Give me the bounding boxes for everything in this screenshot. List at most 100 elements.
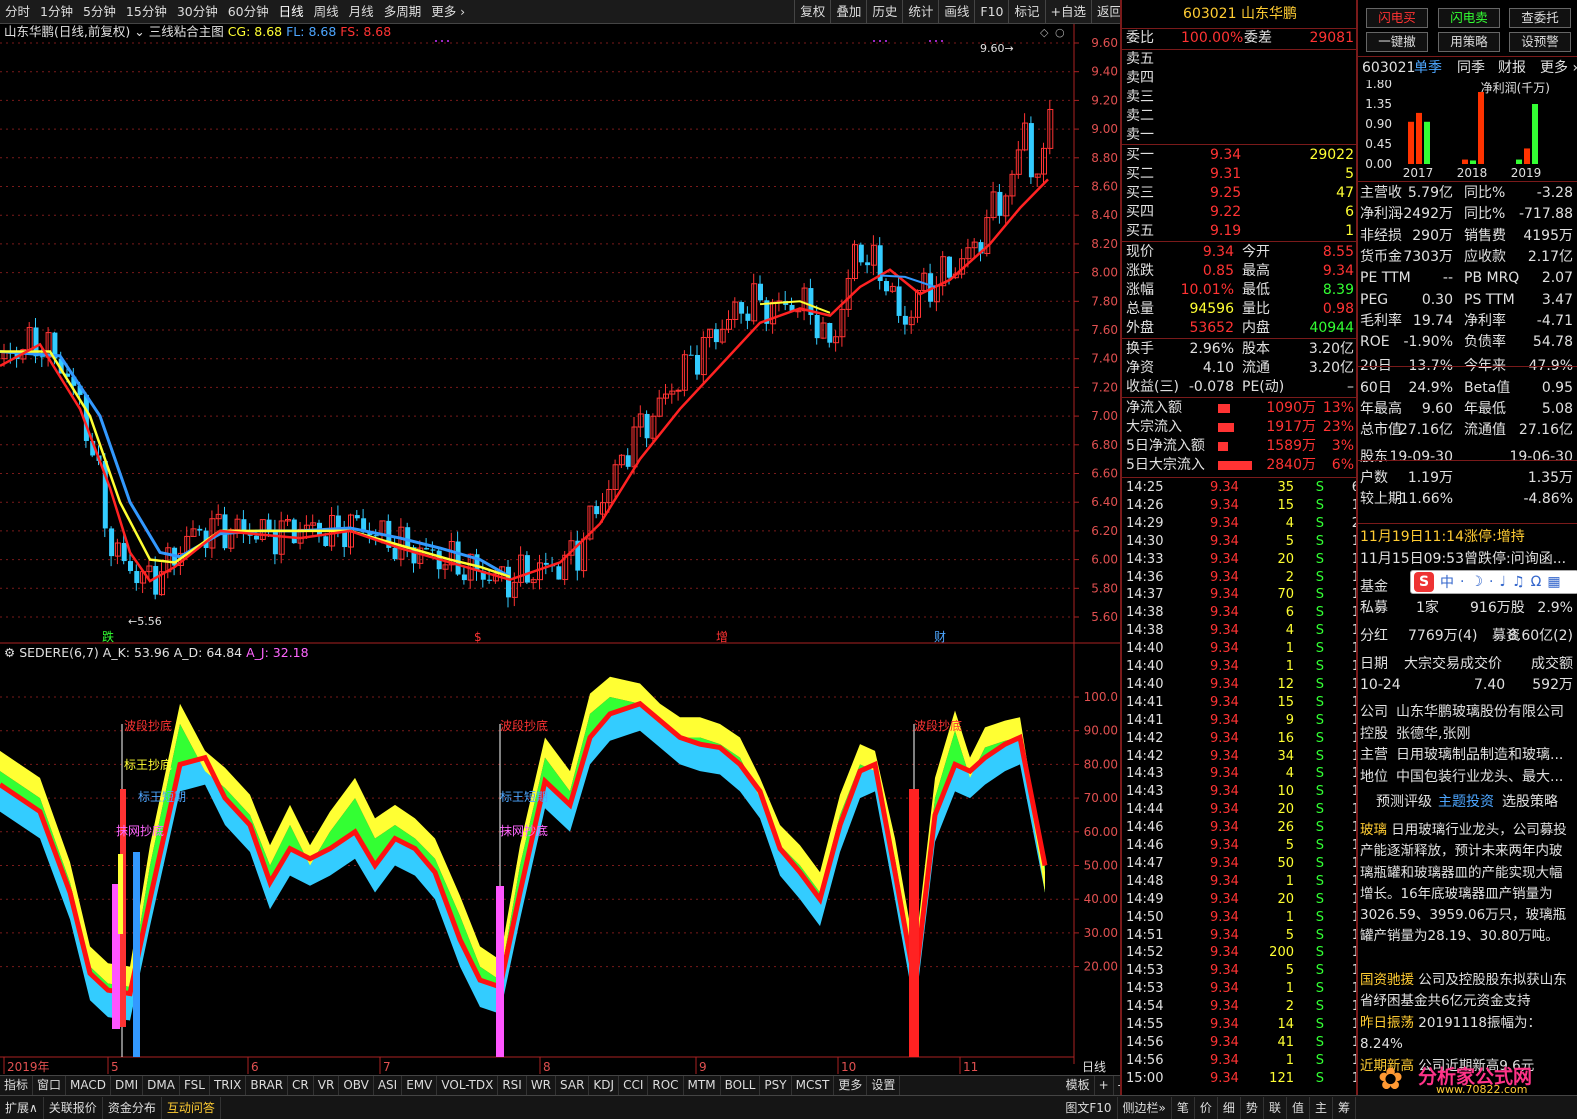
bottom-right-tab[interactable]: 图文F10 [1060,1096,1118,1119]
sogou-icon[interactable]: S [1414,572,1434,592]
ime-item[interactable]: 中 [1440,572,1454,592]
period-tab[interactable]: 更多 › [426,0,470,24]
ime-item[interactable]: Ω [1531,574,1542,590]
tab-theme[interactable]: 主题投资 [1438,793,1494,812]
event-marker[interactable]: 增 [716,630,728,644]
period-tab[interactable]: 5分钟 [78,0,121,24]
chart-area[interactable]: 9.60 9.40 9.20 9.00 8.80 8.60 8.40 8.20 8.00 7.80… [0,24,1127,1075]
quote-tab[interactable]: 值 [1287,1096,1310,1119]
fin-tab[interactable]: 财报 [1498,59,1526,78]
indicator-tab[interactable]: MTM [684,1076,721,1095]
sub-indicator-name[interactable]: SEDERE(6,7) [19,645,99,660]
toolbar-button[interactable]: 统计 [902,0,938,24]
period-tab[interactable]: 多周期 [379,0,427,24]
toolbar-button[interactable]: 画线 [938,0,974,24]
indicator-name[interactable]: 三线粘合主图 [149,24,224,39]
quote-tab[interactable]: 笔 [1172,1096,1195,1119]
indicator-tab[interactable]: 窗口 [33,1076,67,1095]
circle-icon[interactable]: ○ [1055,26,1065,39]
quote-tab[interactable]: 筹 [1333,1096,1356,1119]
indicator-tab[interactable]: CR [288,1076,314,1095]
diamond-icon[interactable]: ◇ [1040,26,1049,39]
toolbar-button[interactable]: 复权 [794,0,830,24]
indicator-control[interactable]: + [1095,1076,1114,1095]
bottom-tab[interactable]: 互动问答 [162,1096,221,1119]
chevron-down-icon[interactable]: ⌄ [134,24,144,39]
period-tab[interactable]: 1分钟 [35,0,78,24]
indicator-tab[interactable]: VR [314,1076,340,1095]
bottom-tab[interactable]: 扩展∧ [0,1096,44,1119]
event-marker[interactable]: $ [474,630,482,644]
bottom-tab[interactable]: 关联报价 [44,1096,103,1119]
fin-tab[interactable]: 单季 [1414,59,1442,78]
indicator-tab[interactable]: EMV [402,1076,438,1095]
period-tab[interactable]: 周线 [309,0,344,24]
side-button[interactable]: 查委托 [1509,8,1571,28]
period-tab[interactable]: 15分钟 [121,0,172,24]
news-item[interactable]: 11月15日09:53曾跌停:问询函... [1360,550,1566,569]
indicator-tab[interactable]: ASI [374,1076,403,1095]
news-item[interactable]: 11月19日11:14涨停:增持 [1360,528,1525,547]
fin-tab[interactable]: 603021 [1362,59,1415,78]
indicator-tab[interactable]: SAR [556,1076,590,1095]
side-button[interactable]: 一键撤 [1366,32,1428,52]
side-button[interactable]: 闪电卖 [1438,8,1500,28]
ime-item[interactable]: ▦ [1547,574,1560,590]
indicator-tab[interactable]: CCI [619,1076,649,1095]
quote-tab[interactable]: 价 [1195,1096,1218,1119]
indicator-tab[interactable]: BRAR [246,1076,289,1095]
ime-item[interactable]: ☽ [1470,574,1483,590]
toolbar-button[interactable]: +自选 [1044,0,1091,24]
tab-forecast[interactable]: 预测评级 [1376,793,1432,812]
period-tab[interactable]: 30分钟 [172,0,223,24]
toolbar-button[interactable]: 叠加 [830,0,866,24]
cell: 9.34 [1210,838,1239,853]
indicator-tab[interactable]: VOL-TDX [437,1076,499,1095]
indicator-tab[interactable]: DMI [111,1076,144,1095]
fin-tab[interactable]: 同季 [1457,59,1485,78]
period-tab[interactable]: 60分钟 [223,0,274,24]
side-button[interactable]: 用策略 [1438,32,1500,52]
fin-tab[interactable]: 更多 › [1540,59,1577,78]
event-marker[interactable]: 跌 [102,629,114,644]
side-button[interactable]: 设预警 [1509,32,1571,52]
indicator-tab[interactable]: FSL [180,1076,210,1095]
indicator-control[interactable]: 模板 [1062,1076,1095,1095]
tab-strategy[interactable]: 选股策略 [1502,793,1558,812]
indicator-tab[interactable]: PSY [760,1076,792,1095]
ime-item[interactable]: · [1460,574,1464,590]
ime-item[interactable]: ♩ [1499,574,1506,590]
indicator-tab[interactable]: MACD [66,1076,112,1095]
period-tab[interactable]: 分时 [0,0,35,24]
cell: 15 [1277,694,1294,710]
toolbar-button[interactable]: F10 [974,0,1008,24]
indicator-tab[interactable]: KDJ [589,1076,620,1095]
period-tab[interactable]: 日线 [274,0,309,24]
bottom-tab[interactable]: 资金分布 [103,1096,162,1119]
ime-item[interactable]: · [1489,574,1493,590]
gear-icon[interactable]: ⚙ [4,645,15,660]
indicator-tab[interactable]: BOLL [721,1076,761,1095]
quote-tab[interactable]: 主 [1310,1096,1333,1119]
indicator-tab[interactable]: MCST [792,1076,835,1095]
quote-tab[interactable]: 细 [1218,1096,1241,1119]
indicator-tab[interactable]: DMA [143,1076,180,1095]
event-marker[interactable]: 财 [934,630,946,644]
indicator-tab[interactable]: 更多 [834,1076,868,1095]
period-tab[interactable]: 月线 [344,0,379,24]
indicator-tab[interactable]: ROC [648,1076,684,1095]
bottom-right-tab[interactable]: 侧边栏» [1118,1096,1172,1119]
kline-chart[interactable]: 9.60 9.40 9.20 9.00 8.80 8.60 8.40 8.20 8.00 7.80… [0,24,1127,1075]
toolbar-button[interactable]: 标记 [1008,0,1044,24]
side-button[interactable]: 闪电买 [1366,8,1428,28]
quote-tab[interactable]: 势 [1241,1096,1264,1119]
indicator-tab[interactable]: 设置 [867,1076,901,1095]
indicator-tab[interactable]: RSI [498,1076,527,1095]
toolbar-button[interactable]: 历史 [866,0,902,24]
indicator-tab[interactable]: TRIX [210,1076,247,1095]
ime-item[interactable]: ♫ [1512,574,1525,590]
indicator-tab[interactable]: 指标 [0,1076,34,1095]
indicator-tab[interactable]: OBV [339,1076,374,1095]
indicator-tab[interactable]: WR [527,1076,557,1095]
quote-tab[interactable]: 联 [1264,1096,1287,1119]
